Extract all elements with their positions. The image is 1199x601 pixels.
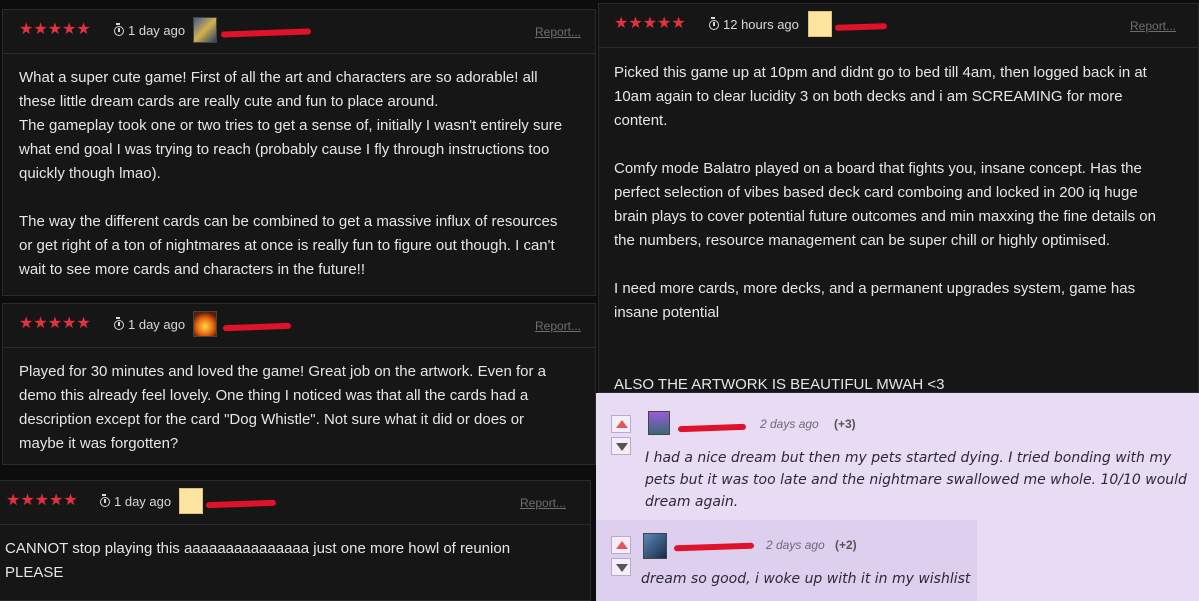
vote-controls xyxy=(611,536,633,580)
star-rating: ★★★★★ xyxy=(6,493,78,509)
review-card: ★★★★★ 12 hours ago Report... Picked this… xyxy=(598,3,1199,393)
review-time-text: 1 day ago xyxy=(128,23,186,38)
report-link[interactable]: Report... xyxy=(520,496,566,510)
vote-controls xyxy=(611,415,633,459)
review-time-text: 12 hours ago xyxy=(723,17,799,32)
redacted-username xyxy=(222,322,292,332)
review-header: ★★★★★ 12 hours ago Report... xyxy=(599,4,1198,48)
downvote-icon[interactable] xyxy=(611,558,631,576)
redacted-username xyxy=(834,23,888,31)
review-time-text: 1 day ago xyxy=(128,317,186,332)
comments-panel: 2 days ago (+3) I had a nice dream but t… xyxy=(596,393,1199,601)
comment-time: 2 days ago xyxy=(766,538,825,552)
avatar[interactable] xyxy=(193,311,217,337)
redacted-username xyxy=(677,423,747,433)
review-body: Picked this game up at 10pm and didnt go… xyxy=(614,64,1156,393)
star-rating: ★★★★★ xyxy=(19,316,91,332)
review-time-text: 1 day ago xyxy=(114,494,172,509)
report-link[interactable]: Report... xyxy=(1130,19,1176,33)
avatar[interactable] xyxy=(808,11,832,37)
review-header: ★★★★★ 1 day ago Report... xyxy=(3,304,595,348)
star-rating: ★★★★★ xyxy=(614,16,686,32)
redacted-username xyxy=(220,28,312,38)
clock-icon xyxy=(114,316,124,330)
clock-icon xyxy=(709,16,719,30)
comment-body: I had a nice dream but then my pets star… xyxy=(645,450,1187,510)
star-icon: ★★★★★ xyxy=(19,315,91,332)
review-time: 1 day ago xyxy=(114,22,186,38)
avatar[interactable] xyxy=(643,533,667,559)
review-header: ★★★★★ 1 day ago Report... xyxy=(0,481,590,525)
review-body: Played for 30 minutes and loved the game… xyxy=(19,363,546,452)
review-card: ★★★★★ 1 day ago Report... CANNOT stop pl… xyxy=(0,480,591,601)
star-icon: ★★★★★ xyxy=(614,15,686,32)
review-body: CANNOT stop playing this aaaaaaaaaaaaaaa… xyxy=(5,540,511,581)
redacted-username xyxy=(205,499,277,509)
downvote-icon[interactable] xyxy=(611,437,631,455)
avatar[interactable] xyxy=(193,17,217,43)
star-icon: ★★★★★ xyxy=(6,492,78,509)
upvote-icon[interactable] xyxy=(611,415,631,433)
upvote-icon[interactable] xyxy=(611,536,631,554)
clock-icon xyxy=(114,22,124,36)
review-body: What a super cute game! First of all the… xyxy=(19,69,563,278)
review-time: 1 day ago xyxy=(100,493,172,509)
report-link[interactable]: Report... xyxy=(535,25,581,39)
comment-time: 2 days ago xyxy=(760,417,819,431)
avatar[interactable] xyxy=(648,411,670,435)
review-time: 1 day ago xyxy=(114,316,186,332)
star-rating: ★★★★★ xyxy=(19,22,91,38)
comment-score: (+2) xyxy=(835,538,857,552)
comment-body: dream so good, i woke up with it in my w… xyxy=(641,571,971,587)
review-time: 12 hours ago xyxy=(709,16,799,32)
clock-icon xyxy=(100,493,110,507)
avatar[interactable] xyxy=(179,488,203,514)
report-link[interactable]: Report... xyxy=(535,319,581,333)
review-card: ★★★★★ 1 day ago Report... Played for 30 … xyxy=(2,303,596,465)
review-card: ★★★★★ 1 day ago Report... What a super c… xyxy=(2,9,596,296)
comment-score: (+3) xyxy=(834,417,856,431)
star-icon: ★★★★★ xyxy=(19,21,91,38)
review-header: ★★★★★ 1 day ago Report... xyxy=(3,10,595,54)
